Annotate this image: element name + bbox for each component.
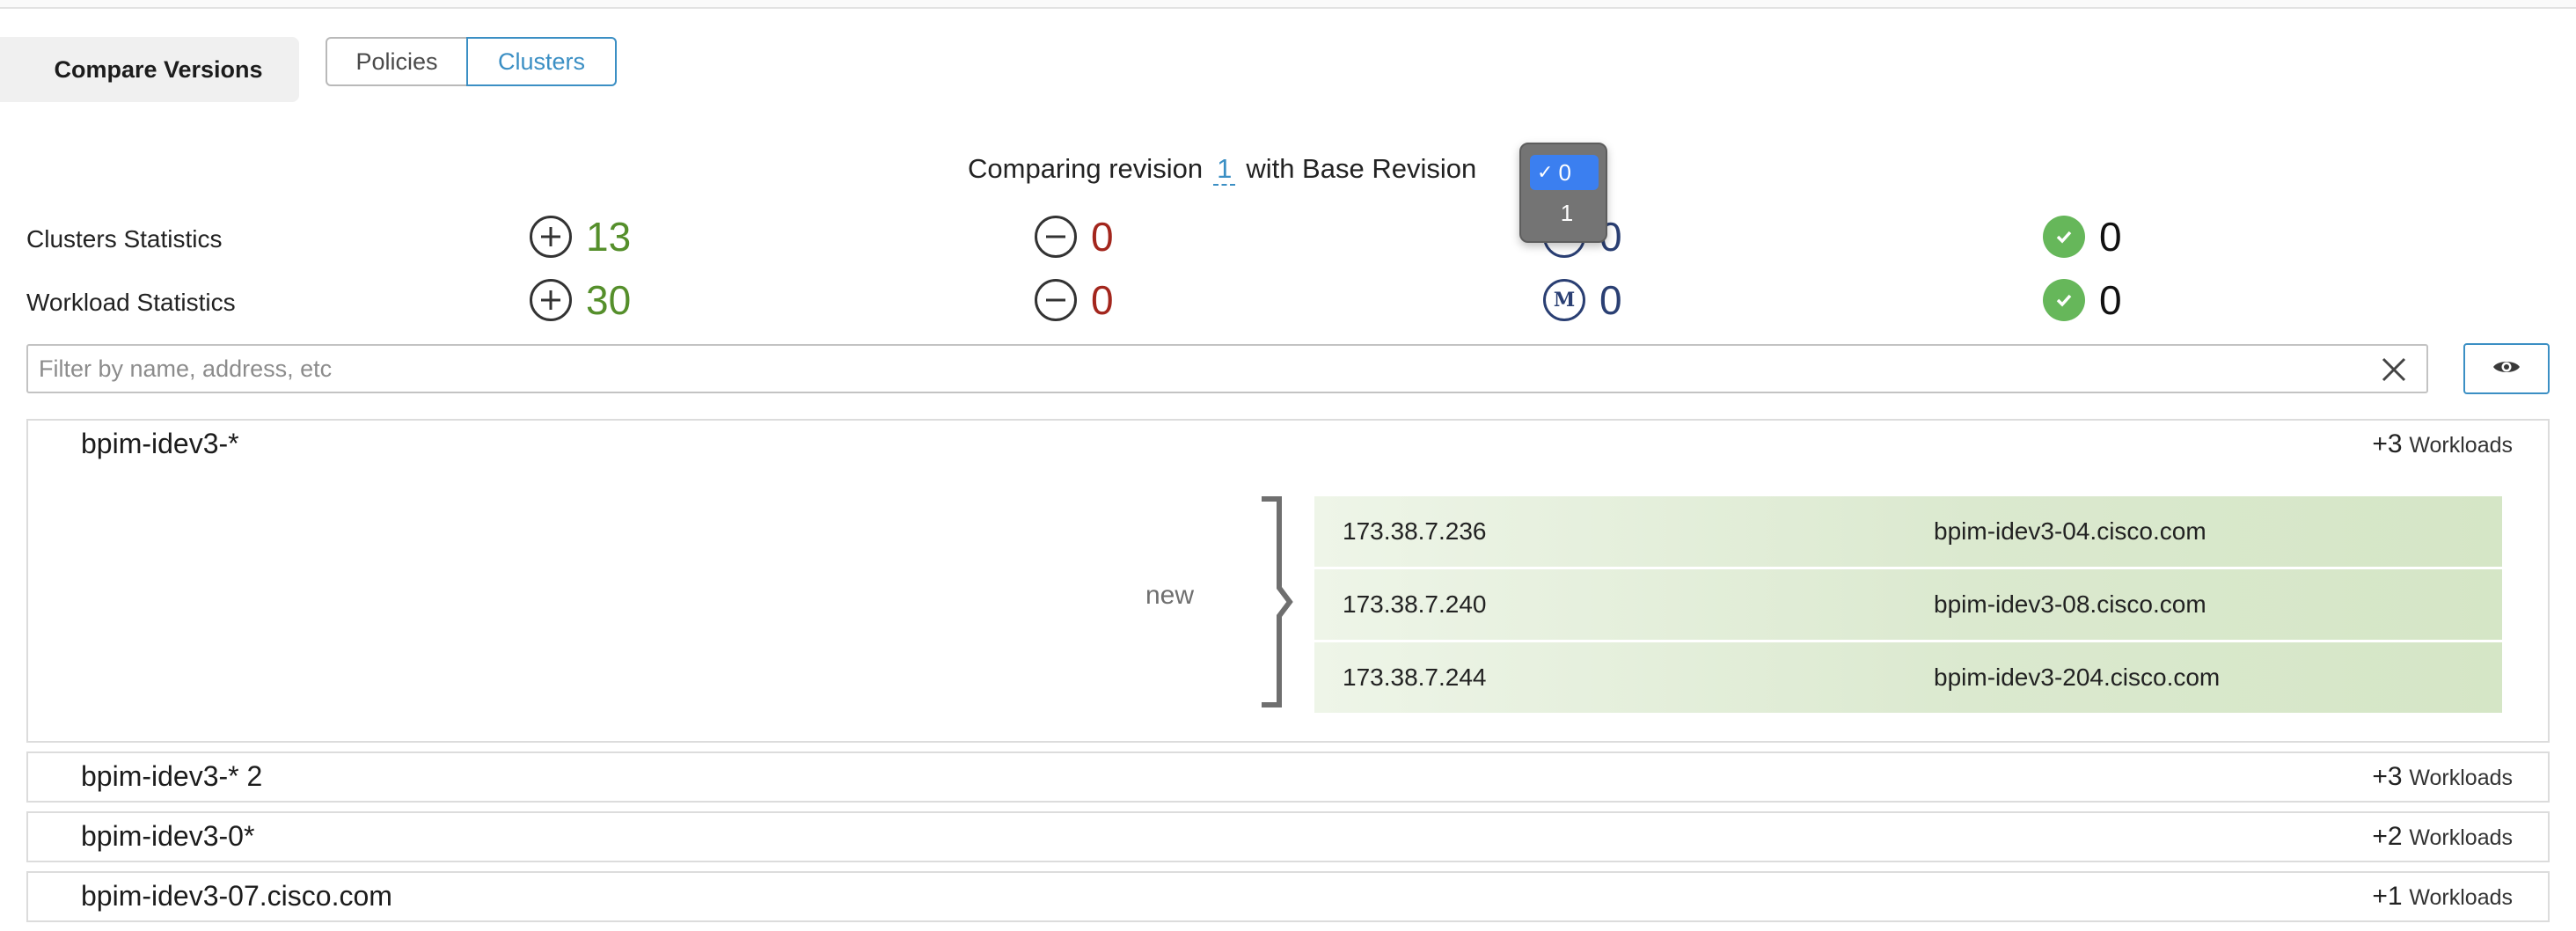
modified-m-icon: M [1543,279,1585,321]
workload-table: 173.38.7.236 bpim-idev3-04.cisco.com 173… [1314,496,2502,715]
cluster-name: bpim-idev3-07.cisco.com [81,880,392,912]
check-icon: ✓ [1537,161,1554,183]
filter-input[interactable] [39,351,2344,386]
base-revision-dropdown[interactable]: ✓ 0 1 [1519,143,1607,243]
filter-box [26,344,2428,393]
table-row[interactable]: 173.38.7.244 bpim-idev3-204.cisco.com [1314,642,2502,713]
plus-circle-icon [530,216,572,258]
clusters-removed-count: 0 [1091,214,1114,260]
tab-clusters[interactable]: Clusters [466,37,617,86]
workload-ip: 173.38.7.240 [1343,590,1487,618]
workload-ip: 173.38.7.244 [1343,663,1487,691]
workloads-modified-stat: M 0 [1543,276,1622,324]
workloads-unchanged-stat: 0 [2043,276,2122,324]
workloads-modified-count: 0 [1599,277,1622,323]
clusters-statistics-label: Clusters Statistics [26,225,223,253]
count-label: Workloads [2409,766,2513,790]
cluster-name: bpim-idev3-0* [81,820,255,852]
clusters-added-count: 13 [586,214,632,260]
cluster-workload-count: +3 Workloads [2372,429,2513,459]
count-label: Workloads [2409,825,2513,850]
revision-link[interactable]: 1 [1213,153,1236,186]
count-label: Workloads [2409,433,2513,458]
workloads-removed-count: 0 [1091,277,1114,323]
compare-versions-label: Compare Versions [0,37,299,102]
tab-policies[interactable]: Policies [326,37,468,86]
workload-host: bpim-idev3-204.cisco.com [1934,663,2221,691]
top-border [0,0,2576,9]
cluster-panel[interactable]: bpim-idev3-* 2 +3 Workloads [26,751,2550,803]
cluster-panel[interactable]: bpim-idev3-0* +2 Workloads [26,811,2550,862]
base-revision-option-1[interactable]: 1 [1530,195,1599,231]
comparison-prefix: Comparing revision [968,153,1204,184]
workloads-added-count: 30 [586,277,632,323]
clusters-removed-stat: 0 [1035,213,1114,260]
comparison-middle: with Base Revision [1246,153,1477,184]
base-revision-option-0[interactable]: ✓ 0 [1530,155,1599,190]
check-circle-icon [2043,216,2085,258]
close-icon[interactable] [2377,353,2411,386]
table-row[interactable]: 173.38.7.236 bpim-idev3-04.cisco.com [1314,496,2502,567]
minus-circle-icon [1035,279,1077,321]
plus-circle-icon [530,279,572,321]
count-label: Workloads [2409,885,2513,910]
workloads-unchanged-count: 0 [2099,277,2122,323]
view-toggle: Policies Clusters [326,37,617,86]
bracket-icon [1260,496,1304,712]
cluster-panel[interactable]: bpim-idev3-07.cisco.com +1 Workloads [26,871,2550,922]
count-value: +3 [2372,429,2403,458]
workload-host: bpim-idev3-04.cisco.com [1934,517,2206,545]
workload-host: bpim-idev3-08.cisco.com [1934,590,2206,618]
clusters-unchanged-count: 0 [2099,214,2122,260]
cluster-workload-count: +1 Workloads [2372,882,2513,912]
count-value: +3 [2372,762,2403,791]
eye-icon [2492,357,2521,381]
visibility-toggle-button[interactable] [2463,343,2550,394]
cluster-workload-count: +3 Workloads [2372,762,2513,792]
check-circle-icon [2043,279,2085,321]
option-label: 0 [1558,158,1571,186]
count-value: +1 [2372,882,2403,911]
cluster-name: bpim-idev3-* 2 [81,760,263,792]
compare-page: Compare Versions Policies Clusters Compa… [0,0,2576,931]
workloads-removed-stat: 0 [1035,276,1114,324]
count-value: +2 [2372,822,2403,851]
workload-statistics-label: Workload Statistics [26,289,236,316]
workloads-added-stat: 30 [530,276,631,324]
workload-ip: 173.38.7.236 [1343,517,1487,545]
group-label: new [1145,581,1195,610]
clusters-unchanged-stat: 0 [2043,213,2122,260]
comparison-summary: Comparing revision 1 with Base Revision [968,153,1477,186]
cluster-workload-count: +2 Workloads [2372,822,2513,852]
minus-circle-icon [1035,216,1077,258]
clusters-added-stat: 13 [530,213,631,260]
option-label: 1 [1560,199,1574,226]
cluster-name: bpim-idev3-* [81,428,239,459]
table-row[interactable]: 173.38.7.240 bpim-idev3-08.cisco.com [1314,569,2502,640]
